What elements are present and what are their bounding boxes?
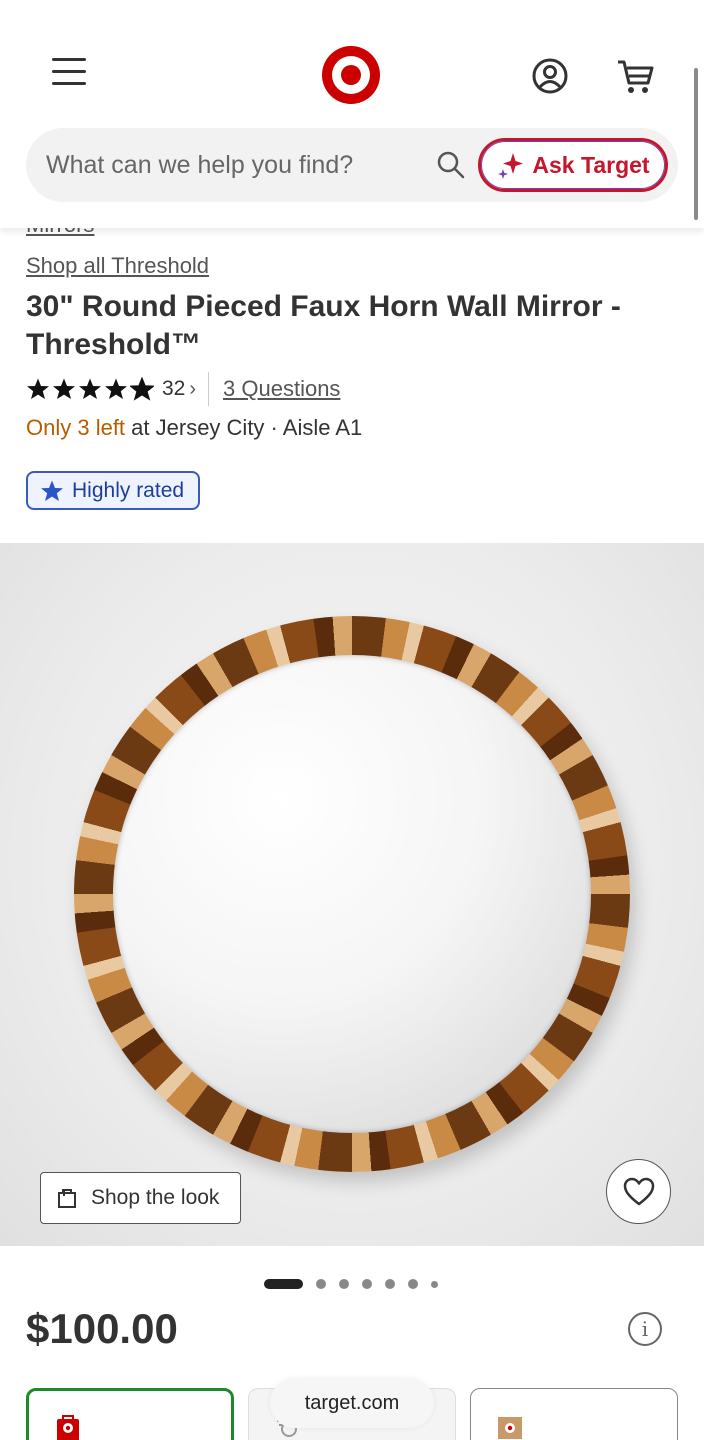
star-half-icon [130, 377, 154, 401]
star-icon [41, 480, 63, 501]
price: $100.00 [26, 1305, 178, 1352]
divider [208, 372, 210, 406]
rating-row: 32 › 3 Questions [26, 372, 340, 406]
stock-location[interactable]: at Jersey City · Aisle A1 [131, 415, 362, 440]
carousel-dot[interactable] [431, 1280, 438, 1288]
browser-url[interactable]: target.com [270, 1378, 434, 1428]
carousel-dots[interactable] [264, 1278, 438, 1290]
brand-link[interactable]: Shop all Threshold [26, 253, 209, 279]
star-icon [105, 378, 127, 399]
search-input[interactable] [46, 142, 426, 188]
cart-icon[interactable] [614, 56, 656, 96]
questions-link[interactable]: 3 Questions [223, 376, 340, 402]
target-logo[interactable] [320, 44, 382, 106]
carousel-dot[interactable] [339, 1279, 349, 1289]
carousel-dot[interactable] [408, 1279, 418, 1289]
chevron-right-icon[interactable]: › [189, 378, 196, 401]
store-icon [57, 1415, 79, 1440]
shop-the-look-button[interactable]: Shop the look [40, 1172, 241, 1224]
header: Ask Target [0, 0, 704, 228]
carousel-dot-active[interactable] [264, 1279, 303, 1289]
carousel-dot[interactable] [385, 1279, 395, 1289]
stock-left: Only 3 left [26, 415, 126, 440]
star-icon [53, 378, 75, 399]
carousel-dot[interactable] [362, 1279, 372, 1289]
carousel-dot[interactable] [316, 1279, 326, 1289]
ask-target-button[interactable]: Ask Target [478, 138, 668, 192]
badge-label: Highly rated [72, 478, 185, 502]
star-icon [79, 378, 101, 399]
rating-count[interactable]: 32 [162, 377, 185, 401]
scrollbar[interactable] [694, 68, 698, 220]
pickup-option-card[interactable] [26, 1388, 234, 1440]
stock-status: Only 3 left at Jersey City · Aisle A1 [26, 415, 362, 441]
highly-rated-badge: Highly rated [26, 471, 201, 510]
shop-the-look-label: Shop the look [91, 1186, 220, 1209]
product-title: 30" Round Pieced Faux Horn Wall Mirror -… [26, 290, 621, 361]
shipping-icon [498, 1417, 522, 1439]
mirror-glass-image [113, 655, 591, 1133]
sparkle-icon [498, 153, 524, 179]
menu-icon[interactable] [50, 58, 88, 94]
search-icon[interactable] [436, 150, 466, 180]
account-icon[interactable] [530, 56, 570, 96]
ask-target-label: Ask Target [532, 151, 650, 178]
star-icon [27, 378, 49, 399]
heart-icon [623, 1177, 654, 1205]
favorite-button[interactable] [606, 1159, 671, 1224]
rating-stars[interactable] [26, 377, 154, 401]
search-bar: Ask Target [26, 128, 678, 202]
info-icon[interactable]: i [628, 1312, 662, 1346]
shipping-option-card[interactable] [470, 1388, 678, 1440]
shopping-bag-icon [58, 1189, 76, 1208]
